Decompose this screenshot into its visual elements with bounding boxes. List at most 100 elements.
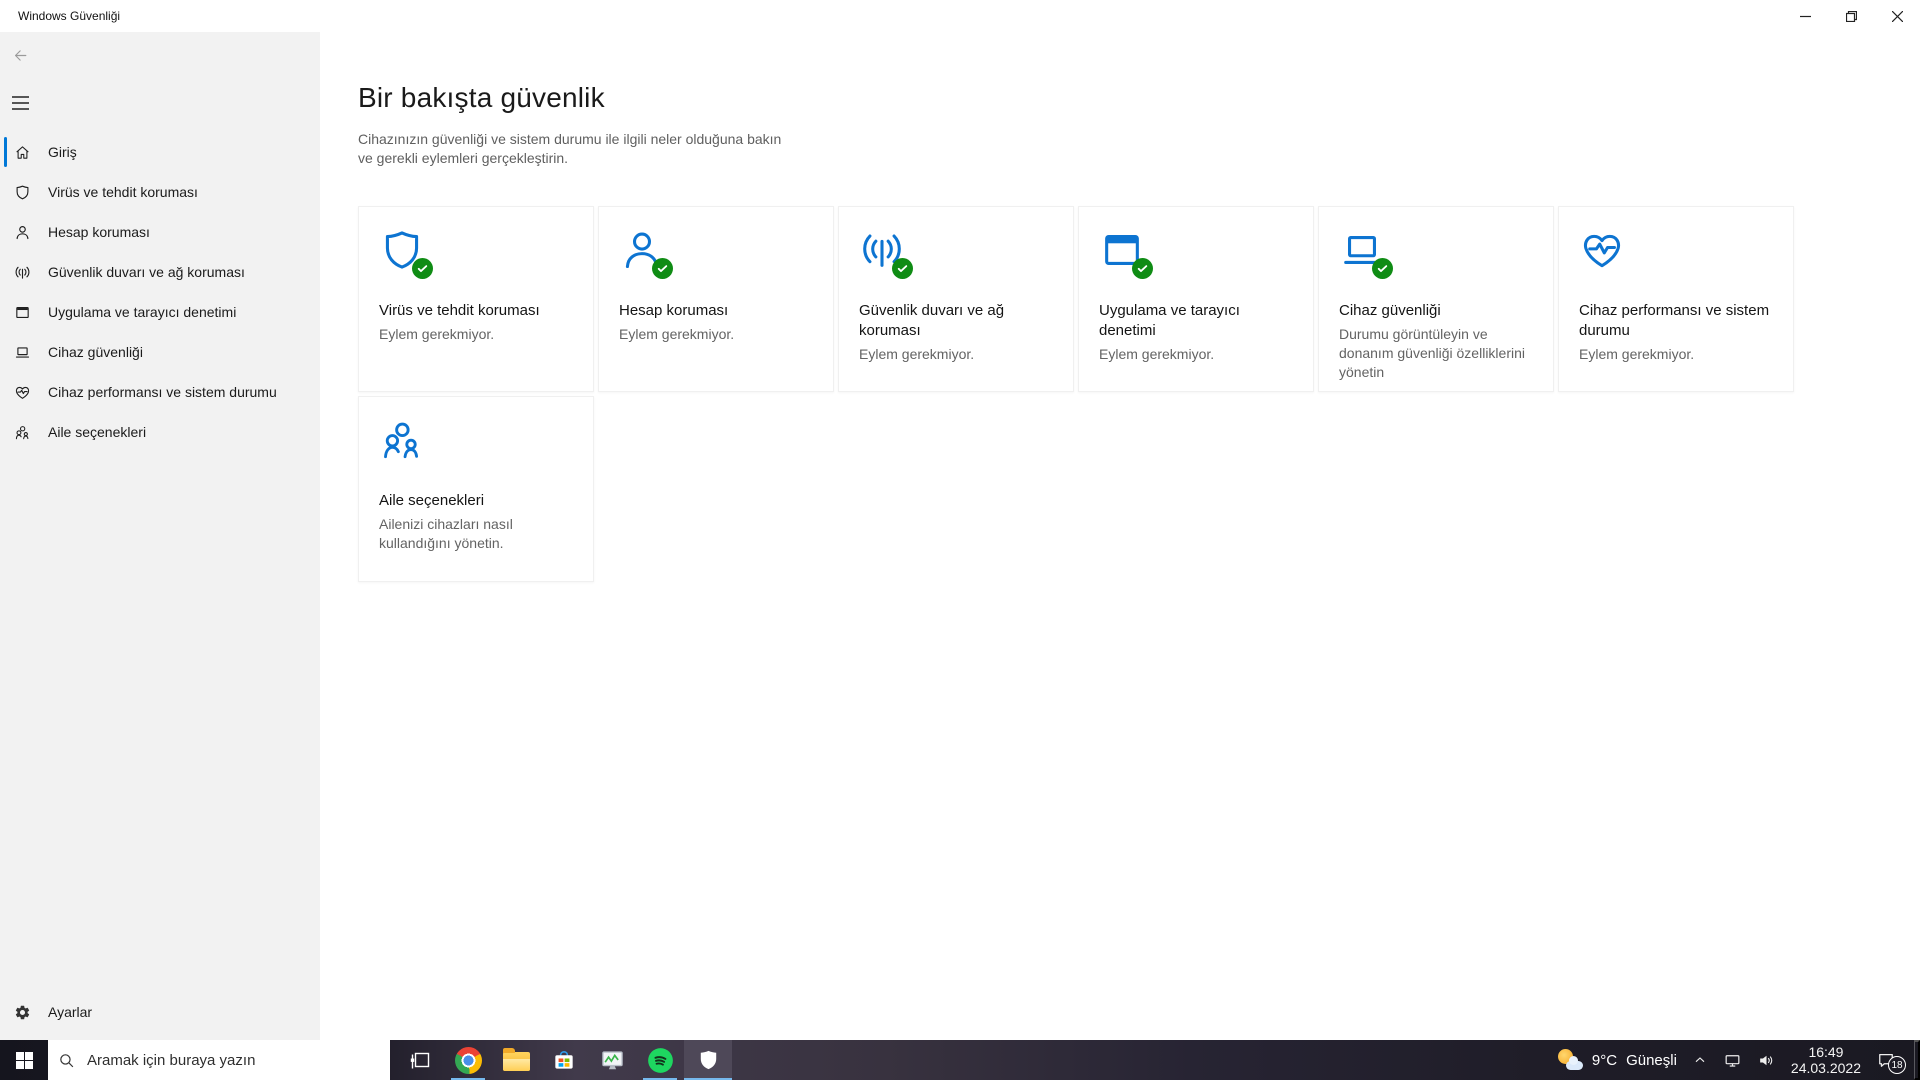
show-desktop-button[interactable] bbox=[1914, 1040, 1920, 1080]
settings-label: Ayarlar bbox=[48, 1004, 93, 1020]
sidebar-item-device-performance[interactable]: Cihaz performansı ve sistem durumu bbox=[0, 372, 320, 412]
close-button[interactable] bbox=[1874, 0, 1920, 32]
card-device-security[interactable]: Cihaz güvenliği Durumu görüntüleyin ve d… bbox=[1318, 206, 1554, 392]
windows-logo-icon bbox=[15, 1051, 33, 1069]
sidebar-item-virus-threat[interactable]: Virüs ve tehdit koruması bbox=[0, 172, 320, 212]
taskbar-app-microsoft-store[interactable] bbox=[540, 1040, 588, 1080]
windows-security-icon bbox=[700, 1050, 716, 1069]
sidebar-settings[interactable]: Ayarlar bbox=[0, 992, 320, 1032]
card-status: Eylem gerekmiyor. bbox=[1579, 346, 1695, 362]
restore-icon bbox=[1845, 10, 1857, 22]
taskbar-app-google-chrome[interactable] bbox=[444, 1040, 492, 1080]
sidebar-item-account[interactable]: Hesap koruması bbox=[0, 212, 320, 252]
card-app-browser-control[interactable]: Uygulama ve tarayıcı denetimi Eylem gere… bbox=[1078, 206, 1314, 392]
close-icon bbox=[1891, 10, 1903, 22]
spotify-icon bbox=[647, 1047, 673, 1073]
card-family-options[interactable]: Aile seçenekleri Ailenizi cihazları nası… bbox=[358, 396, 594, 582]
start-button[interactable] bbox=[0, 1040, 48, 1080]
sidebar-item-firewall-network[interactable]: Güvenlik duvarı ve ağ koruması bbox=[0, 252, 320, 292]
sidebar-item-home[interactable]: Giriş bbox=[0, 132, 320, 172]
search-input[interactable] bbox=[87, 1051, 380, 1069]
sidebar-item-label: Cihaz güvenliği bbox=[48, 344, 143, 360]
sidebar-item-label: Cihaz performansı ve sistem durumu bbox=[48, 384, 277, 400]
card-status: Eylem gerekmiyor. bbox=[379, 326, 495, 342]
heart-pulse-icon bbox=[1579, 227, 1625, 273]
sidebar-nav: Giriş Virüs ve tehdit koruması Hesap kor… bbox=[0, 132, 320, 452]
shield-icon bbox=[379, 227, 433, 279]
card-device-performance[interactable]: Cihaz performansı ve sistem durumu Eylem… bbox=[1558, 206, 1794, 392]
restore-button[interactable] bbox=[1828, 0, 1874, 32]
person-icon bbox=[14, 224, 31, 241]
taskbar-search[interactable] bbox=[48, 1040, 390, 1080]
weather-sun-cloud-icon bbox=[1557, 1048, 1583, 1072]
minimize-icon bbox=[1799, 15, 1811, 17]
card-status: Eylem gerekmiyor. bbox=[1099, 346, 1215, 362]
page-title: Bir bakışta güvenlik bbox=[358, 82, 605, 113]
minimize-button[interactable] bbox=[1782, 0, 1828, 32]
gear-icon bbox=[14, 1004, 31, 1021]
ok-check-badge-icon bbox=[1132, 258, 1153, 279]
titlebar: Windows Güvenliği bbox=[0, 0, 1920, 32]
clock-time: 16:49 bbox=[1808, 1044, 1844, 1060]
ok-check-badge-icon bbox=[652, 258, 673, 279]
home-icon bbox=[14, 144, 31, 161]
taskbar-app-spotify[interactable] bbox=[636, 1040, 684, 1080]
taskbar-app-file-explorer[interactable] bbox=[492, 1040, 540, 1080]
card-virus-threat-protection[interactable]: Virüs ve tehdit koruması Eylem gerekmiyo… bbox=[358, 206, 594, 392]
search-icon bbox=[60, 1053, 74, 1067]
sidebar-item-family-options[interactable]: Aile seçenekleri bbox=[0, 412, 320, 452]
ok-check-badge-icon bbox=[412, 258, 433, 279]
family-icon bbox=[379, 417, 425, 463]
back-button[interactable] bbox=[0, 38, 40, 72]
card-status: Ailenizi cihazları nasıl kullandığını yö… bbox=[379, 516, 513, 551]
check-icon bbox=[1376, 262, 1389, 275]
clock[interactable]: 16:49 24.03.2022 bbox=[1791, 1044, 1861, 1076]
sidebar-item-device-security[interactable]: Cihaz güvenliği bbox=[0, 332, 320, 372]
app-window-icon bbox=[1099, 227, 1153, 279]
window-title: Windows Güvenliği bbox=[18, 9, 121, 23]
sidebar-item-label: Giriş bbox=[48, 144, 77, 160]
heart-pulse-icon bbox=[1579, 227, 1629, 279]
person-icon bbox=[619, 227, 673, 279]
app-body: Giriş Virüs ve tehdit koruması Hesap kor… bbox=[0, 32, 1920, 1040]
sidebar-item-label: Hesap koruması bbox=[48, 224, 150, 240]
selected-indicator bbox=[4, 137, 7, 167]
app-window-icon bbox=[14, 304, 31, 321]
card-title: Aile seçenekleri bbox=[379, 492, 485, 509]
card-account-protection[interactable]: Hesap koruması Eylem gerekmiyor. bbox=[598, 206, 834, 392]
taskbar-apps bbox=[396, 1040, 732, 1080]
family-icon bbox=[379, 417, 429, 469]
card-firewall-network[interactable]: Güvenlik duvarı ve ağ koruması Eylem ger… bbox=[838, 206, 1074, 392]
task-manager-icon bbox=[601, 1050, 623, 1069]
taskbar-app-task-view[interactable] bbox=[396, 1040, 444, 1080]
system-tray: 9°C Güneşli 16:49 24.03.2022 18 bbox=[1557, 1040, 1914, 1080]
hamburger-icon bbox=[12, 96, 29, 110]
hamburger-menu-button[interactable] bbox=[0, 86, 40, 120]
weather-condition: Güneşli bbox=[1626, 1051, 1677, 1069]
check-icon bbox=[656, 262, 669, 275]
card-title: Güvenlik duvarı ve ağ koruması bbox=[859, 302, 1005, 339]
file-explorer-icon bbox=[502, 1048, 530, 1071]
card-title: Cihaz performansı ve sistem durumu bbox=[1579, 302, 1770, 339]
volume-button[interactable] bbox=[1757, 1051, 1776, 1070]
weather-temperature: 9°C bbox=[1591, 1051, 1618, 1069]
sidebar: Giriş Virüs ve tehdit koruması Hesap kor… bbox=[0, 32, 320, 1040]
family-icon bbox=[14, 424, 31, 441]
weather-widget[interactable]: 9°C Güneşli bbox=[1557, 1048, 1677, 1072]
card-status: Eylem gerekmiyor. bbox=[859, 346, 975, 362]
network-button[interactable] bbox=[1723, 1051, 1742, 1070]
network-icon bbox=[1725, 1054, 1740, 1067]
card-title: Cihaz güvenliği bbox=[1339, 302, 1441, 319]
taskbar-app-task-manager[interactable] bbox=[588, 1040, 636, 1080]
tray-overflow-button[interactable] bbox=[1692, 1052, 1708, 1068]
taskbar-app-windows-security[interactable] bbox=[684, 1040, 732, 1080]
action-center-button[interactable]: 18 bbox=[1876, 1050, 1906, 1074]
sidebar-item-label: Virüs ve tehdit koruması bbox=[48, 184, 198, 200]
task-view-icon bbox=[410, 1052, 430, 1069]
laptop-icon bbox=[14, 344, 31, 361]
sidebar-item-label: Güvenlik duvarı ve ağ koruması bbox=[48, 264, 245, 280]
laptop-icon bbox=[1339, 227, 1393, 279]
heart-pulse-icon bbox=[14, 384, 31, 401]
shield-icon bbox=[14, 184, 31, 201]
sidebar-item-app-browser[interactable]: Uygulama ve tarayıcı denetimi bbox=[0, 292, 320, 332]
